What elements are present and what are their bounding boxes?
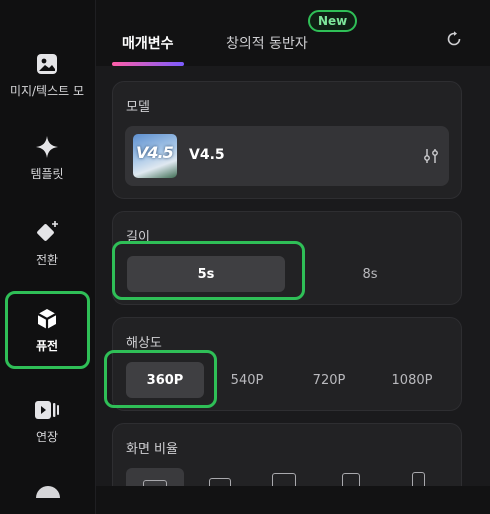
duration-title: 길이 <box>126 230 150 245</box>
refresh-icon[interactable] <box>446 31 462 51</box>
sidebar: 미지/텍스트 모 템플릿 전환 퓨전 연장 <box>0 0 96 514</box>
model-thumbnail-text: V4.5 <box>136 143 174 162</box>
resolution-card: 해상도 360P 540P 720P 1080P <box>112 317 462 411</box>
resolution-title: 해상도 <box>126 336 162 351</box>
model-name: V4.5 <box>189 147 225 163</box>
image-icon <box>35 52 59 76</box>
video-extend-icon <box>34 398 60 422</box>
aspect-ratio-option-portrait[interactable] <box>393 468 443 486</box>
diamond-plus-icon <box>34 219 60 245</box>
aspect-ratio-option-3-4[interactable] <box>326 468 376 486</box>
model-selector[interactable]: V4.5 V4.5 <box>125 126 449 186</box>
tab-parameters[interactable]: 매개변수 <box>122 33 174 53</box>
tab-bar: 매개변수 창의적 동반자 New <box>96 0 490 66</box>
aspect-ratio-option-square[interactable] <box>259 468 309 486</box>
model-thumbnail: V4.5 <box>133 134 177 178</box>
sidebar-item-templates[interactable]: 템플릿 <box>4 121 90 195</box>
sidebar-item-extend[interactable]: 연장 <box>4 384 90 458</box>
duration-option-5s[interactable]: 5s <box>127 256 285 292</box>
sparkle-icon <box>35 135 59 159</box>
model-title: 모델 <box>126 100 150 115</box>
avatar-icon[interactable] <box>36 486 60 498</box>
duration-option-8s[interactable]: 8s <box>291 256 449 292</box>
sidebar-item-label: 전환 <box>35 252 59 267</box>
duration-card: 길이 5s 8s <box>112 211 462 305</box>
sidebar-item-image-text[interactable]: 미지/텍스트 모 <box>4 38 90 112</box>
sidebar-item-label: 퓨전 <box>35 338 59 353</box>
sidebar-item-transition[interactable]: 전환 <box>4 206 90 280</box>
main-panel: 매개변수 창의적 동반자 New 모델 V4.5 V4.5 길이 5s 8s 해… <box>96 0 490 514</box>
aspect-ratio-option-landscape[interactable] <box>126 468 184 486</box>
resolution-option-540p[interactable]: 540P <box>208 362 286 398</box>
new-badge: New <box>308 10 358 32</box>
sidebar-item-label: 미지/텍스트 모 <box>9 83 85 98</box>
sidebar-item-fusion[interactable]: 퓨전 <box>4 293 90 367</box>
tab-creative-partner[interactable]: 창의적 동반자 <box>226 33 308 53</box>
resolution-option-720p[interactable]: 720P <box>290 362 368 398</box>
sidebar-item-label: 연장 <box>35 429 59 444</box>
resolution-option-1080p[interactable]: 1080P <box>372 362 452 398</box>
sliders-icon[interactable] <box>423 148 439 168</box>
sidebar-item-label: 템플릿 <box>30 166 64 181</box>
model-card: 모델 V4.5 V4.5 <box>112 81 462 199</box>
resolution-option-360p[interactable]: 360P <box>126 362 204 398</box>
aspect-ratio-card: 화면 비율 <box>112 423 462 486</box>
parameters-panel: 모델 V4.5 V4.5 길이 5s 8s 해상도 360P 540P 720P <box>96 66 490 486</box>
cube-icon <box>35 307 59 331</box>
bottom-bar <box>96 486 490 514</box>
aspect-ratio-option-4-3[interactable] <box>195 468 245 486</box>
aspect-ratio-title: 화면 비율 <box>126 442 178 457</box>
